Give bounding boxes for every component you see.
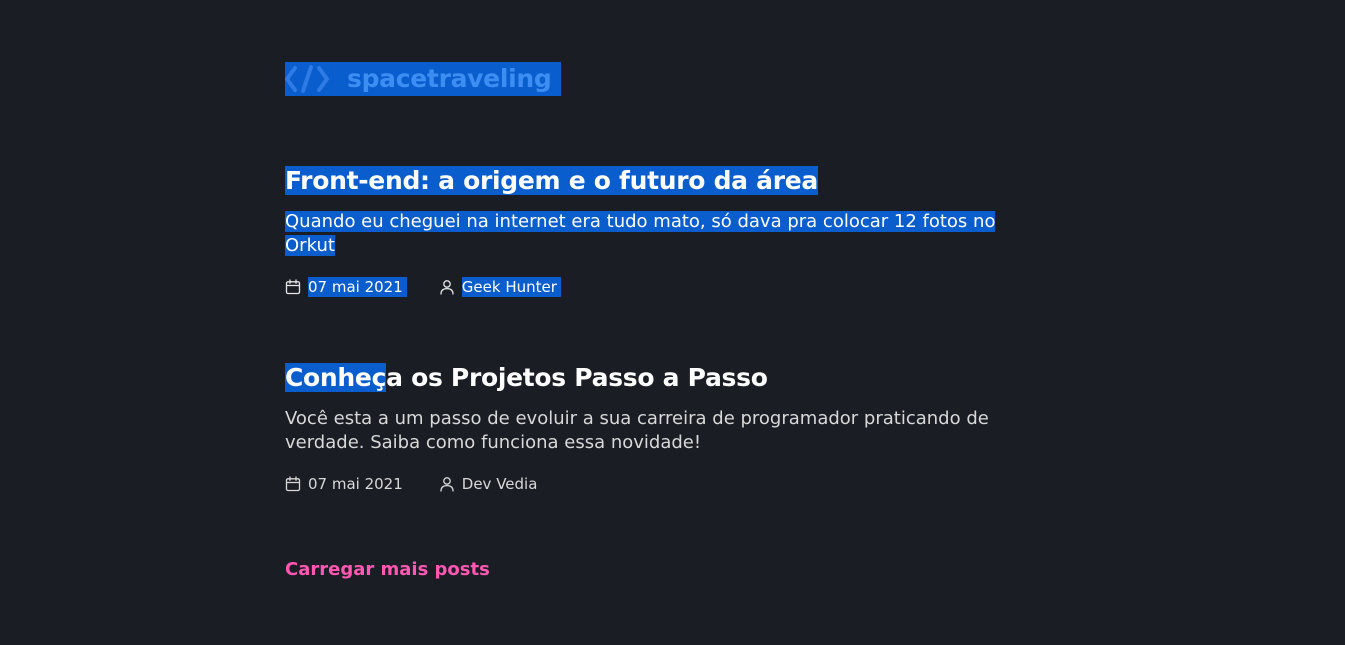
- post-author: Dev Vedia: [439, 474, 542, 494]
- user-icon: [440, 477, 454, 492]
- post-meta: 07 mai 2021 Dev Vedia: [285, 473, 1025, 495]
- user-icon: [440, 280, 454, 295]
- post-subtitle: Quando eu cheguei na internet era tudo m…: [285, 211, 996, 256]
- post-title[interactable]: Conheça os Projetos Passo a Passo: [285, 362, 1025, 394]
- post-title[interactable]: Front-end: a origem e o futuro da área: [285, 165, 1025, 197]
- load-more-button[interactable]: Carregar mais posts: [285, 558, 490, 582]
- code-brackets-icon: [285, 65, 329, 93]
- logo-text: spacetraveling: [347, 64, 552, 93]
- post-author-text: Geek Hunter: [461, 277, 561, 297]
- site-logo[interactable]: spacetraveling: [285, 62, 562, 96]
- post-item[interactable]: Conheça os Projetos Passo a Passo Você e…: [285, 362, 1025, 495]
- post-item[interactable]: Front-end: a origem e o futuro da área Q…: [285, 165, 1025, 298]
- post-date: 07 mai 2021: [285, 474, 407, 494]
- post-date-text: 07 mai 2021: [308, 277, 407, 297]
- post-meta: 07 mai 2021 Geek Hunter: [285, 276, 1025, 298]
- calendar-icon: [285, 279, 301, 295]
- post-date: 07 mai 2021: [285, 277, 407, 297]
- post-date-text: 07 mai 2021: [308, 475, 403, 493]
- calendar-icon: [285, 476, 301, 492]
- post-author: Geek Hunter: [439, 277, 561, 297]
- post-subtitle: Você esta a um passo de evoluir a sua ca…: [285, 408, 989, 453]
- post-author-text: Dev Vedia: [461, 475, 538, 493]
